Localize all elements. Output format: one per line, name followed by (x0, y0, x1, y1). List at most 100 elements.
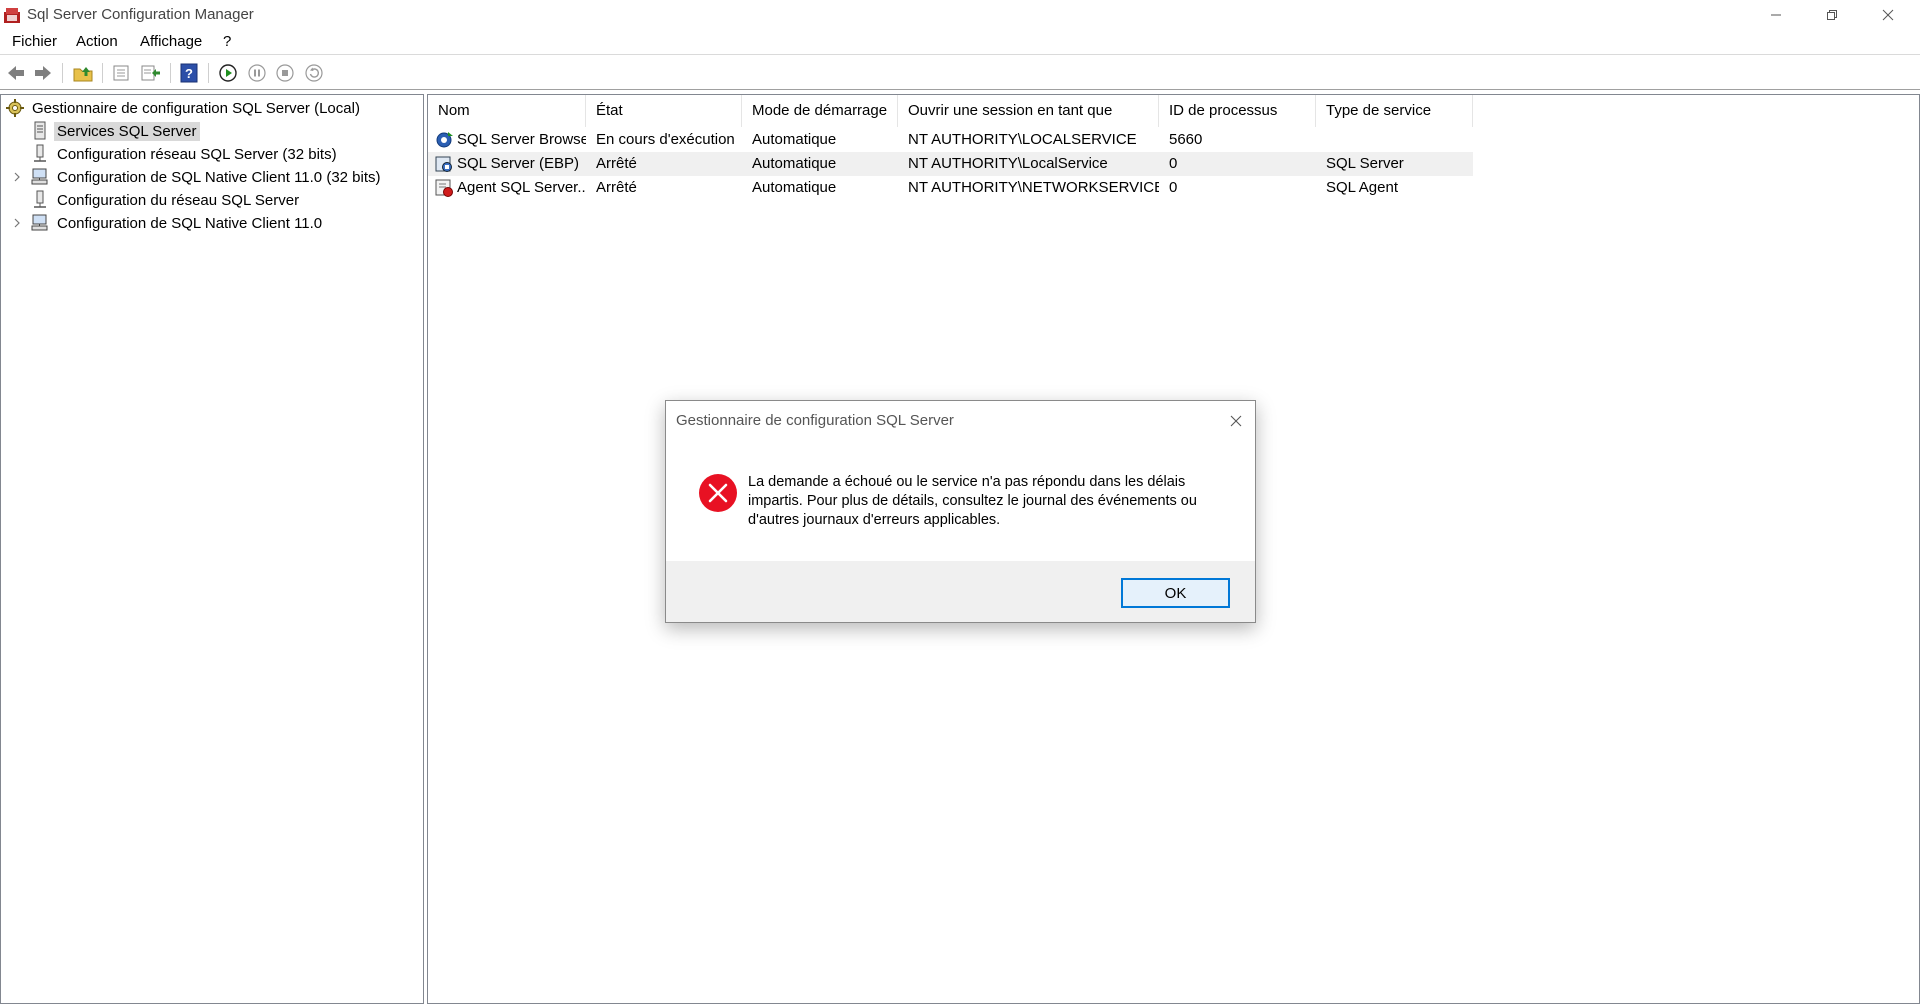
sql-server-service-icon (434, 154, 454, 174)
tree-item-label: Configuration de SQL Native Client 11.0 (57, 214, 323, 232)
column-header-logon[interactable]: Ouvrir une session en tant que (898, 95, 1159, 127)
tree-item-label: Services SQL Server (54, 121, 200, 141)
service-start-mode: Automatique (752, 179, 837, 196)
service-logon: NT AUTHORITY\LOCALSERVICE (908, 131, 1137, 148)
dialog-message: La demande a échoué ou le service n'a pa… (748, 474, 1197, 528)
service-pid: 5660 (1169, 131, 1203, 148)
column-header-start-mode[interactable]: Mode de démarrage (742, 95, 898, 127)
app-icon (4, 8, 20, 23)
error-dialog: Gestionnaire de configuration SQL Server… (665, 400, 1256, 623)
toolbar-separator (208, 63, 209, 83)
up-folder-button[interactable] (72, 62, 94, 84)
tree-root[interactable]: Gestionnaire de configuration SQL Server… (5, 97, 363, 119)
stop-service-button[interactable] (274, 62, 296, 84)
service-name: Agent SQL Server... (457, 179, 586, 196)
tree-item-label: Configuration de SQL Native Client 11.0 … (57, 168, 381, 186)
menu-fichier[interactable]: Fichier (12, 33, 57, 50)
column-header-service-type[interactable]: Type de service (1316, 95, 1473, 127)
chevron-right-icon[interactable] (10, 170, 24, 184)
agent-stopped-icon (434, 178, 454, 198)
tree-item-native-client[interactable]: Configuration de SQL Native Client 11.0 (10, 212, 325, 234)
tree-item-services[interactable]: Services SQL Server (10, 120, 200, 142)
service-row[interactable]: SQL Server (EBP) Arrêté Automatique NT A… (428, 152, 1473, 176)
list-header: Nom État Mode de démarrage Ouvrir une se… (428, 95, 1920, 127)
service-logon: NT AUTHORITY\LocalService (908, 155, 1108, 172)
restore-button[interactable] (1804, 0, 1860, 29)
stop-service-icon (276, 64, 294, 82)
svg-text:?: ? (185, 66, 193, 81)
service-type: SQL Server (1326, 155, 1404, 172)
dialog-body: La demande a échoué ou le service n'a pa… (666, 439, 1255, 561)
toolbar-separator (102, 63, 103, 83)
client-computer-icon (30, 167, 50, 187)
export-list-button[interactable] (140, 62, 162, 84)
service-row[interactable]: Agent SQL Server... Arrêté Automatique N… (428, 176, 1473, 200)
close-icon (1882, 9, 1894, 20)
dialog-close-button[interactable] (1224, 409, 1248, 433)
service-name-cell: SQL Server (EBP) (428, 152, 586, 176)
restore-icon (1827, 9, 1837, 20)
minimize-button[interactable] (1748, 0, 1804, 29)
window-title: Sql Server Configuration Manager (27, 6, 254, 23)
help-icon: ? (180, 63, 198, 83)
menu-action[interactable]: Action (76, 33, 118, 50)
service-type: SQL Agent (1326, 179, 1398, 196)
minimize-icon (1771, 14, 1781, 15)
ok-button[interactable]: OK (1121, 578, 1230, 608)
help-button[interactable]: ? (178, 62, 200, 84)
config-manager-icon (5, 98, 25, 118)
properties-icon (113, 65, 129, 81)
client-computer-icon (30, 213, 50, 233)
properties-button[interactable] (110, 62, 132, 84)
restart-service-icon (305, 64, 323, 82)
close-window-button[interactable] (1860, 0, 1916, 29)
start-service-button[interactable] (217, 62, 239, 84)
pause-service-button[interactable] (246, 62, 268, 84)
column-header-state[interactable]: État (586, 95, 742, 127)
service-name-cell: SQL Server Browser (428, 128, 586, 152)
column-header-name[interactable]: Nom (428, 95, 586, 127)
tree-expander-placeholder (10, 147, 24, 161)
menu-affichage[interactable]: Affichage (140, 33, 202, 50)
network-config-icon (30, 144, 50, 164)
tree-item-label: Configuration du réseau SQL Server (57, 191, 300, 209)
service-name: SQL Server Browser (457, 131, 586, 148)
service-pid: 0 (1169, 155, 1178, 172)
export-list-icon (141, 65, 160, 81)
forward-button[interactable] (32, 62, 54, 84)
toolbar: ? (0, 56, 1920, 90)
browser-service-icon (434, 130, 454, 150)
service-pid: 0 (1169, 179, 1178, 196)
service-name: SQL Server (EBP) (457, 155, 579, 172)
toolbar-separator (62, 63, 63, 83)
service-logon: NT AUTHORITY\NETWORKSERVICE (908, 179, 1159, 196)
start-service-icon (219, 64, 237, 82)
menu-help[interactable]: ? (223, 33, 231, 50)
app-window: Sql Server Configuration Manager Fichier… (0, 0, 1920, 1004)
tree-expander-placeholder (10, 193, 24, 207)
tree-item-network-config[interactable]: Configuration du réseau SQL Server (10, 189, 302, 211)
service-state: Arrêté (596, 179, 637, 196)
service-state: Arrêté (596, 155, 637, 172)
tree-item-label: Configuration réseau SQL Server (32 bits… (57, 145, 337, 163)
column-header-pid[interactable]: ID de processus (1159, 95, 1316, 127)
back-button[interactable] (5, 62, 27, 84)
tree-item-native-client-32[interactable]: Configuration de SQL Native Client 11.0 … (10, 166, 384, 188)
close-icon (1230, 415, 1242, 427)
error-icon (699, 474, 737, 512)
service-start-mode: Automatique (752, 131, 837, 148)
up-folder-icon (73, 67, 93, 82)
tree-item-network-config-32[interactable]: Configuration réseau SQL Server (32 bits… (10, 143, 340, 165)
network-config-icon (30, 190, 50, 210)
dialog-title: Gestionnaire de configuration SQL Server (676, 412, 954, 429)
restart-service-button[interactable] (303, 62, 325, 84)
title-bar: Sql Server Configuration Manager (0, 0, 1920, 29)
chevron-right-icon[interactable] (10, 216, 24, 230)
menu-bar: Fichier Action Affichage ? (0, 29, 1920, 55)
toolbar-separator (170, 63, 171, 83)
service-row[interactable]: SQL Server Browser En cours d'exécution … (428, 128, 1473, 152)
tree-pane: Gestionnaire de configuration SQL Server… (0, 94, 424, 1004)
service-start-mode: Automatique (752, 155, 837, 172)
tree-root-label: Gestionnaire de configuration SQL Server… (32, 99, 360, 117)
service-state: En cours d'exécution (596, 131, 735, 148)
